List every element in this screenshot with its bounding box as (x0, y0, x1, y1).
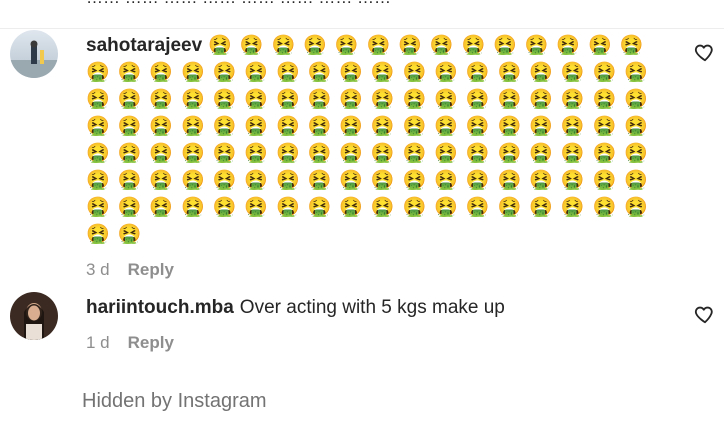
cutoff-text: …… …… …… …… …… …… …… …… (86, 0, 391, 8)
avatar-image (10, 292, 58, 340)
comment-text: 🤮🤮🤮🤮🤮🤮🤮🤮🤮🤮🤮🤮🤮🤮🤮🤮🤮🤮🤮🤮🤮🤮🤮🤮🤮🤮🤮🤮🤮🤮🤮🤮🤮🤮🤮🤮🤮🤮🤮🤮… (86, 35, 656, 245)
reply-button[interactable]: Reply (128, 333, 174, 353)
comment-meta: 1 d Reply (86, 333, 666, 353)
comment-username[interactable]: hariintouch.mba (86, 297, 234, 318)
comment-meta: 3 d Reply (86, 260, 666, 280)
avatar[interactable] (10, 292, 58, 340)
avatar[interactable] (10, 30, 58, 78)
hidden-by-instagram-button[interactable]: Hidden by Instagram (82, 390, 267, 413)
avatar-image (10, 30, 58, 78)
comment-username[interactable]: sahotarajeev (86, 35, 202, 56)
heart-outline-icon[interactable] (694, 41, 716, 63)
comment-time: 3 d (86, 260, 110, 279)
comment-time: 1 d (86, 333, 110, 352)
reply-button[interactable]: Reply (128, 260, 174, 280)
heart-outline-icon[interactable] (694, 303, 716, 325)
comment-text: Over acting with 5 kgs make up (239, 297, 505, 318)
previous-comment-cutoff: …… …… …… …… …… …… …… …… (0, 0, 724, 29)
